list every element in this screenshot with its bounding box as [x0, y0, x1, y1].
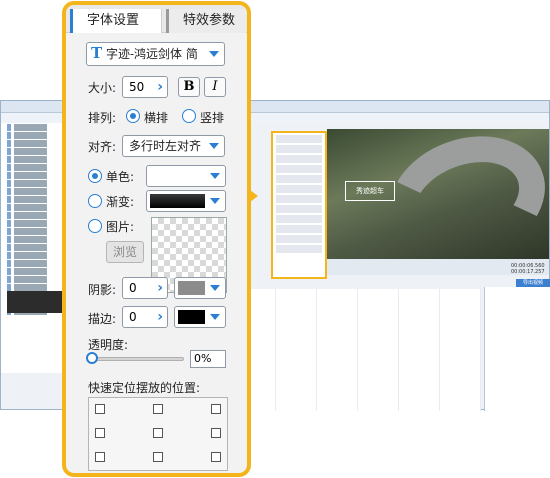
solid-color-label: 单色:	[106, 170, 135, 184]
size-value: 50	[129, 80, 145, 94]
shadow-color-picker[interactable]	[174, 277, 226, 299]
chevron-right-icon[interactable]: ›	[157, 77, 163, 97]
background-tree-list	[1, 124, 70, 315]
shadow-spinner[interactable]: 0 ›	[122, 277, 168, 299]
video-preview: 秀迹超车	[327, 115, 550, 283]
gradient-swatch	[150, 194, 205, 208]
quick-position-label: 快速定位摆放的位置:	[88, 381, 201, 395]
background-effects-tree	[1, 123, 71, 373]
horizontal-radio[interactable]	[126, 109, 140, 123]
position-bottom-left[interactable]	[95, 452, 105, 462]
solid-color-swatch	[150, 169, 205, 183]
stroke-color-swatch	[178, 310, 205, 324]
align-select[interactable]: 多行时左对齐	[122, 135, 225, 157]
image-fill-radio[interactable]	[88, 219, 102, 233]
subtitle-list-panel	[484, 287, 550, 411]
image-fill-label: 图片:	[106, 220, 135, 234]
shadow-value: 0	[129, 281, 137, 295]
opacity-value[interactable]: 0%	[190, 350, 226, 368]
position-top-right[interactable]	[211, 404, 221, 414]
opacity-slider-thumb[interactable]	[86, 352, 98, 364]
stroke-spinner[interactable]: 0 ›	[122, 306, 168, 328]
align-value: 多行时左对齐	[129, 139, 202, 153]
chevron-down-icon	[209, 51, 219, 57]
font-family-select[interactable]: T 字迹-鸿远剑体 简	[86, 42, 225, 66]
layout-label: 排列:	[88, 111, 117, 125]
stroke-label: 描边:	[88, 312, 117, 326]
size-spinner[interactable]: 50 ›	[122, 76, 168, 98]
gradient-label: 渐变:	[106, 195, 135, 209]
time-readout: 00:00:06.560 00:00:17.257	[511, 263, 545, 275]
opacity-label: 透明度:	[88, 338, 129, 352]
chevron-right-icon[interactable]: ›	[157, 307, 163, 327]
opacity-slider-track[interactable]	[88, 357, 184, 361]
tab-font-settings[interactable]: 字体设置	[70, 9, 162, 33]
position-bottom-center[interactable]	[153, 452, 163, 462]
position-bottom-right[interactable]	[211, 452, 221, 462]
align-label: 对齐:	[88, 140, 117, 154]
video-caption: 秀迹超车	[345, 181, 395, 201]
chevron-down-icon	[209, 143, 219, 149]
horizontal-label: 横排	[144, 111, 169, 125]
gradient-radio[interactable]	[88, 194, 102, 208]
position-middle-right[interactable]	[211, 428, 221, 438]
position-grid	[88, 397, 228, 471]
chevron-down-icon	[210, 285, 220, 291]
position-top-left[interactable]	[95, 404, 105, 414]
stroke-color-picker[interactable]	[174, 306, 226, 328]
callout-arrow	[250, 190, 258, 202]
chevron-down-icon	[210, 198, 220, 204]
vertical-label: 竖排	[200, 111, 225, 125]
font-settings-panel: 字体设置 特效参数 T 字迹-鸿远剑体 简 大小: 50 › B I 排列: 横…	[62, 1, 251, 477]
chevron-down-icon	[210, 173, 220, 179]
tab-effect-params[interactable]: 特效参数	[166, 9, 246, 33]
size-label: 大小:	[88, 81, 117, 95]
time-total: 00:00:17.257	[511, 269, 545, 275]
position-middle-left[interactable]	[95, 428, 105, 438]
solid-color-radio[interactable]	[88, 169, 102, 183]
race-track-road	[371, 115, 550, 283]
shadow-label: 阴影:	[88, 283, 117, 297]
stroke-value: 0	[129, 310, 137, 324]
position-top-center[interactable]	[153, 404, 163, 414]
position-middle-center[interactable]	[153, 428, 163, 438]
solid-color-picker[interactable]	[146, 165, 226, 187]
shadow-color-swatch	[178, 281, 205, 295]
gradient-picker[interactable]	[146, 190, 226, 212]
font-family-value: 字迹-鸿远剑体 简	[106, 47, 198, 61]
background-mini-font-panel	[271, 131, 327, 279]
vertical-radio[interactable]	[182, 109, 196, 123]
bold-button[interactable]: B	[178, 77, 200, 97]
italic-button[interactable]: I	[204, 77, 226, 97]
chevron-right-icon[interactable]: ›	[157, 278, 163, 298]
truetype-icon: T	[91, 44, 103, 62]
chevron-down-icon	[210, 314, 220, 320]
tab-bar: 字体设置 特效参数	[66, 5, 247, 33]
browse-button[interactable]: 浏览	[106, 241, 144, 263]
